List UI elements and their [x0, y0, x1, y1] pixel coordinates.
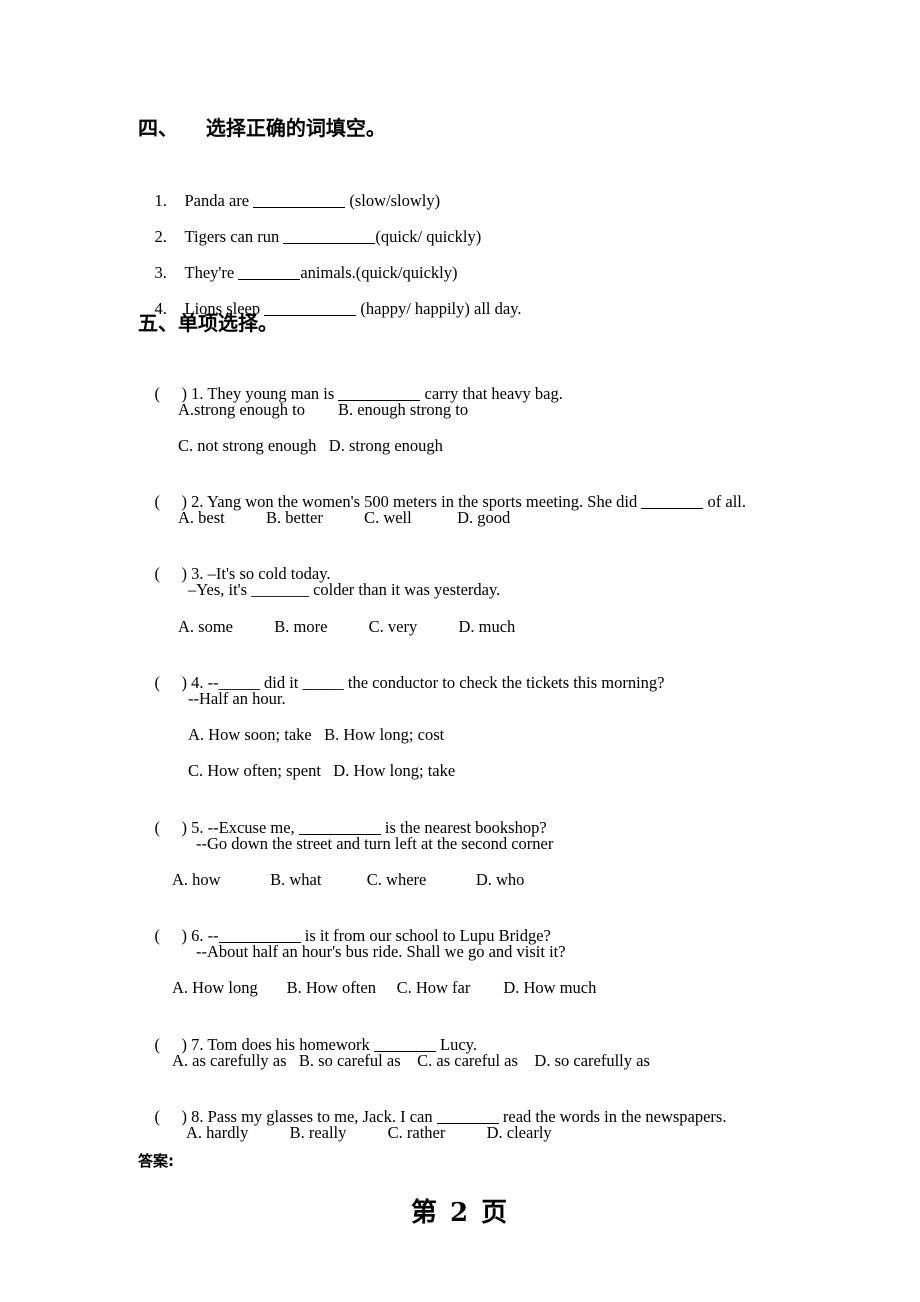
- blank-underline[interactable]: [641, 492, 704, 509]
- answer-bracket-open[interactable]: (: [155, 673, 182, 693]
- question-4-options-row-1[interactable]: A. How soon; take B. How long; cost: [188, 725, 444, 745]
- document-page: 四、 选择正确的词填空。 1. Panda are (slow/slowly) 2…: [0, 0, 920, 1302]
- question-text-after: of all.: [703, 492, 747, 511]
- answer-key-label: 答案:: [138, 1152, 174, 1170]
- answer-bracket-open[interactable]: (: [155, 926, 182, 946]
- question-3-options-row-1[interactable]: A. some B. more C. very D. much: [178, 617, 515, 637]
- blank-underline[interactable]: [338, 384, 421, 401]
- section-four-heading: 四、 选择正确的词填空。: [138, 116, 386, 140]
- question-4-sub-line-1: --Half an hour.: [188, 689, 286, 708]
- question-5-sub-line-1: --Go down the street and turn left at th…: [196, 834, 554, 853]
- blank-underline[interactable]: [298, 818, 381, 835]
- question-2-options-row-1[interactable]: A. best B. better C. well D. good: [178, 508, 510, 528]
- blank-underline[interactable]: [264, 299, 357, 316]
- question-1-options-row-2[interactable]: C. not strong enough D. strong enough: [178, 436, 443, 456]
- question-6-options-row-1[interactable]: A. How long B. How often C. How far D. H…: [172, 978, 596, 998]
- blank-underline[interactable]: [218, 926, 301, 943]
- answer-bracket-open[interactable]: (: [155, 1107, 182, 1127]
- blank-underline[interactable]: [238, 263, 301, 280]
- answer-bracket-open[interactable]: (: [155, 818, 182, 838]
- question-6-sub-line-1: --About half an hour's bus ride. Shall w…: [196, 942, 566, 961]
- question-5-options-row-1[interactable]: A. how B. what C. where D. who: [172, 870, 524, 890]
- answer-bracket-open[interactable]: (: [155, 564, 182, 584]
- question-7-options-row-1[interactable]: A. as carefully as B. so careful as C. a…: [172, 1051, 650, 1071]
- question-3-sub-line-1: –Yes, it's _______ colder than it was ye…: [188, 580, 501, 599]
- page-number-footer: 第 2 页: [410, 1198, 510, 1228]
- blank-underline[interactable]: [253, 191, 346, 208]
- blank-underline[interactable]: [283, 227, 376, 244]
- item-text-after: (happy/ happily) all day.: [356, 299, 522, 318]
- blank-underline[interactable]: [373, 1035, 436, 1052]
- question-8-options-row-1[interactable]: A. hardly B. really C. rather D. clearly: [186, 1123, 552, 1143]
- blank-underline[interactable]: [436, 1107, 499, 1124]
- question-1-options-row-1[interactable]: A.strong enough to B. enough strong to: [178, 400, 468, 420]
- question-4-options-row-2[interactable]: C. How often; spent D. How long; take: [188, 761, 455, 781]
- section-five-heading: 五、单项选择。: [138, 311, 278, 335]
